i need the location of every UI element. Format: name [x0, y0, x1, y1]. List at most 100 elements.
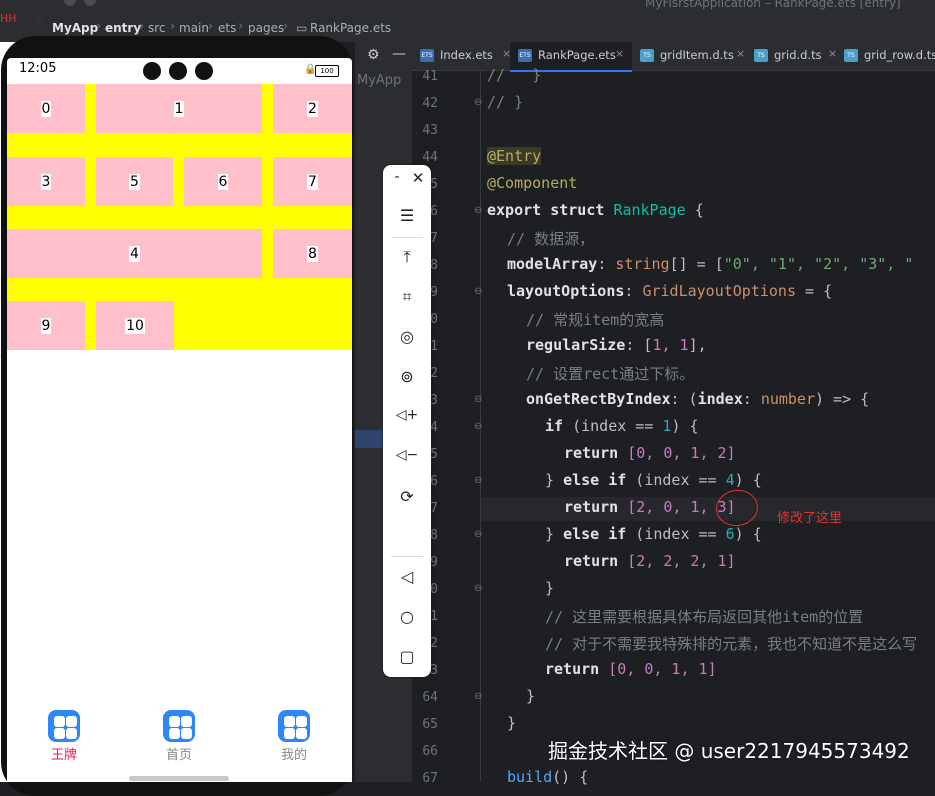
chevron-right-icon: ›: [208, 19, 214, 34]
volume-down-icon[interactable]: ◁−: [383, 447, 431, 463]
grid-item[interactable]: 1: [96, 84, 262, 133]
fold-marker-icon[interactable]: ⊖: [474, 475, 482, 486]
close-icon[interactable]: ×: [828, 47, 837, 60]
volume-up-icon[interactable]: ◁+: [383, 407, 431, 423]
device-screen[interactable]: 12:05 🔒 100 0 1 2 3 5 6 7 4 8 9 10 王牌 首页…: [7, 58, 352, 782]
project-root-label[interactable]: MyApp: [357, 73, 401, 88]
grid-item[interactable]: 10: [96, 301, 174, 350]
chevron-right-icon: ›: [96, 19, 102, 34]
grid-icon: [48, 710, 80, 742]
ets-file-icon: ETS: [518, 49, 532, 62]
divider: [391, 556, 423, 557]
fold-marker-icon[interactable]: ⊖: [474, 529, 482, 540]
back-icon[interactable]: ◁: [383, 567, 431, 586]
code-line-57: return [2, 0, 1, 3]: [564, 498, 736, 516]
line-number: 41: [422, 69, 438, 84]
bottom-tab-bar: 王牌 首页 我的: [7, 698, 352, 782]
camera-icon: [195, 62, 213, 80]
line-number: 64: [422, 690, 438, 705]
menu-icon[interactable]: ☰: [383, 206, 431, 225]
home-indicator[interactable]: [129, 776, 229, 781]
grid-icon: [163, 710, 195, 742]
tab-label: Index.ets: [440, 48, 493, 62]
tab-label: grid_row.d.ts: [864, 48, 935, 62]
fold-marker-icon[interactable]: ⊖: [474, 421, 482, 432]
crop-icon[interactable]: ⌗: [383, 287, 431, 307]
line-number: 43: [422, 123, 438, 138]
code-line-41: // }: [487, 66, 542, 84]
code-line-50: // 常规item的宽高: [526, 311, 665, 329]
fold-marker-icon[interactable]: ⊖: [474, 97, 482, 108]
grid-item[interactable]: 5: [96, 157, 173, 206]
tool-fragment: HH: [0, 12, 17, 25]
rotate-device-icon[interactable]: ⟳: [383, 487, 431, 506]
divider: [391, 237, 423, 238]
code-line-61: // 这里需要根据具体布局返回其他item的位置: [545, 608, 864, 626]
grid-item[interactable]: 7: [273, 157, 352, 206]
fold-marker-icon[interactable]: ⊖: [474, 394, 482, 405]
tab-gridrow-dts[interactable]: TS grid_row.d.ts: [844, 42, 935, 70]
code-line-52: // 设置rect通过下标。: [526, 365, 695, 383]
close-icon[interactable]: ✕: [394, 169, 442, 187]
line-number: 42: [422, 96, 438, 111]
tab-home[interactable]: 首页: [149, 710, 209, 763]
code-line-60: }: [545, 579, 555, 597]
status-time: 12:05: [19, 61, 57, 76]
gear-icon[interactable]: ⚙: [367, 47, 380, 63]
tab-grid-dts[interactable]: TS grid.d.ts ×: [754, 42, 837, 70]
code-line-53: onGetRectByIndex: (index: number) => {: [526, 390, 870, 408]
tab-label: 我的: [280, 748, 307, 763]
code-line-59: return [2, 2, 2, 1]: [564, 552, 736, 570]
grid-item[interactable]: 9: [7, 301, 85, 350]
tab-label: gridItem.d.ts: [660, 48, 734, 62]
minimize-window-button[interactable]: [84, 0, 96, 6]
breadcrumb-item[interactable]: main: [179, 21, 209, 35]
window-title: MyFisrstApplication – RankPage.ets [entr…: [645, 0, 901, 10]
line-number: 65: [422, 717, 438, 732]
fold-marker-icon[interactable]: ⊖: [474, 286, 482, 297]
hide-panel-icon[interactable]: —: [392, 46, 406, 62]
battery-icon: 100: [315, 65, 339, 77]
close-icon[interactable]: ×: [615, 47, 624, 60]
chevron-right-icon: ›: [283, 19, 289, 34]
code-line-58: } else if (index == 6) {: [545, 525, 762, 543]
chevron-right-icon: ›: [238, 19, 244, 34]
code-line-48: modelArray: string[] = ["0", "1", "2", "…: [507, 255, 914, 273]
grid-item[interactable]: 3: [7, 157, 85, 206]
emulator-toolbar: - ✕ ☰ ⤒ ⌗ ◎ ⊚ ◁+ ◁− ⟳ ◁ ○ ▢: [383, 165, 431, 677]
breadcrumb-item[interactable]: src: [148, 21, 166, 35]
rotate-icon[interactable]: ◎: [383, 327, 431, 346]
breadcrumb-item[interactable]: RankPage.ets: [310, 21, 391, 35]
ts-file-icon: TS: [640, 49, 654, 62]
camera-icon: [143, 62, 161, 80]
screenshot-icon[interactable]: ⊚: [383, 367, 431, 386]
grid-item[interactable]: 6: [184, 157, 262, 206]
file-icon: ▭: [296, 21, 308, 35]
code-line-46: export struct RankPage {: [487, 201, 704, 219]
grid-icon: [278, 710, 310, 742]
fold-marker-icon[interactable]: ⊖: [474, 691, 482, 702]
code-line-49: layoutOptions: GridLayoutOptions = {: [507, 282, 833, 300]
close-window-button[interactable]: [64, 0, 76, 6]
code-line-62: // 对于不需要我特殊排的元素，我也不知道不是这么写: [545, 635, 918, 653]
recents-icon[interactable]: ▢: [383, 647, 431, 666]
status-bar: 12:05 🔒 100: [7, 58, 352, 84]
tab-wangpai[interactable]: 王牌: [34, 710, 94, 763]
tab-mine[interactable]: 我的: [264, 710, 324, 763]
grid-item[interactable]: 8: [273, 229, 352, 278]
breadcrumb-item[interactable]: MyApp: [52, 21, 98, 35]
grid-item[interactable]: 4: [7, 229, 262, 278]
grid-item[interactable]: 0: [7, 84, 85, 133]
breadcrumb-item[interactable]: entry: [105, 21, 141, 35]
fold-marker-icon[interactable]: ⊖: [474, 205, 482, 216]
tab-griditem-dts[interactable]: TS gridItem.d.ts ×: [640, 42, 752, 70]
fold-marker-icon[interactable]: ⊖: [474, 583, 482, 594]
tab-label: RankPage.ets: [538, 48, 616, 62]
home-icon[interactable]: ○: [383, 607, 431, 626]
tool-fragment: 一要: [22, 16, 44, 29]
breadcrumb-item[interactable]: ets: [218, 21, 236, 35]
grid-item[interactable]: 2: [273, 84, 352, 133]
breadcrumb-item[interactable]: pages: [248, 21, 284, 35]
pin-top-icon[interactable]: ⤒: [383, 247, 431, 267]
close-icon[interactable]: ×: [736, 47, 745, 60]
